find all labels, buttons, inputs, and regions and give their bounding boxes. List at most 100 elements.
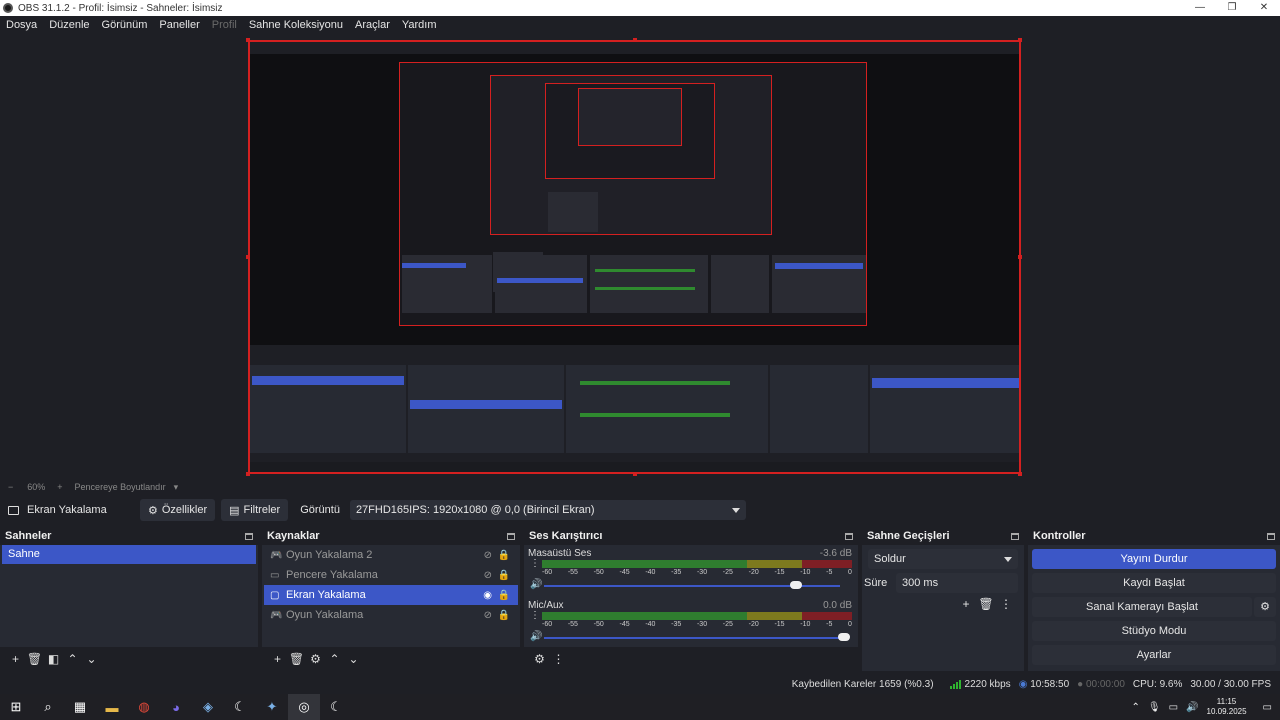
lock-icon[interactable]: 🔒 — [498, 590, 510, 601]
move-down-button[interactable]: ⌄ — [82, 652, 101, 666]
add-source-button[interactable]: + — [268, 652, 287, 666]
settings-app-icon[interactable]: ✦ — [256, 694, 288, 720]
minimize-button[interactable]: — — [1184, 0, 1216, 16]
menu-tools[interactable]: Araçlar — [349, 19, 396, 31]
more-vertical-icon[interactable]: ⋮ — [996, 597, 1016, 611]
eye-icon[interactable]: ◉ — [483, 590, 492, 601]
hidden-eye-icon[interactable]: ⊘ — [484, 610, 492, 621]
undock-icon[interactable] — [1267, 532, 1275, 540]
obs-taskbar-icon[interactable]: ◎ — [288, 694, 320, 720]
studio-mode-button[interactable]: Stüdyo Modu — [1032, 621, 1276, 641]
maximize-button[interactable]: ❐ — [1216, 0, 1248, 16]
duration-input[interactable]: 300 ms — [896, 573, 1018, 593]
menu-docks[interactable]: Paneller — [153, 19, 205, 31]
speaker-icon[interactable]: 🔊 — [530, 631, 542, 642]
scene-item[interactable]: Sahne — [2, 545, 256, 564]
selected-source: Ekran Yakalama — [8, 504, 140, 516]
app-icon[interactable]: ☾ — [224, 694, 256, 720]
lock-icon[interactable]: 🔒 — [498, 550, 510, 561]
settings-button[interactable]: Ayarlar — [1032, 645, 1276, 665]
add-transition-button[interactable]: + — [956, 597, 976, 611]
volume-knob[interactable] — [790, 581, 802, 589]
volume-knob[interactable] — [838, 633, 850, 641]
notification-icon[interactable]: ▭ — [1263, 702, 1272, 713]
more-vertical-icon[interactable]: ⋮ — [549, 652, 568, 666]
undock-icon[interactable] — [845, 532, 853, 540]
chevron-up-icon[interactable]: ⌃ — [1132, 702, 1140, 713]
source-item[interactable]: 🎮 Oyun Yakalama ⊘ 🔒 — [264, 605, 518, 625]
menu-file[interactable]: Dosya — [0, 19, 43, 31]
menu-scene-collection[interactable]: Sahne Koleksiyonu — [243, 19, 349, 31]
speaker-icon[interactable]: 🔊 — [530, 579, 542, 590]
microphone-icon[interactable]: 🎙 — [1148, 702, 1161, 713]
discord-icon[interactable]: ◕ — [160, 694, 192, 720]
resize-handle[interactable] — [1018, 255, 1022, 259]
display-select[interactable]: 27FHD165IPS: 1920x1080 @ 0,0 (Birincil E… — [349, 500, 746, 520]
menu-help[interactable]: Yardım — [396, 19, 443, 31]
audio-settings-icon[interactable]: ⚙ — [530, 652, 549, 666]
undock-icon[interactable] — [507, 532, 515, 540]
zoom-in-button[interactable]: + — [57, 482, 62, 492]
resize-handle[interactable] — [633, 38, 637, 42]
move-up-button[interactable]: ⌃ — [63, 652, 82, 666]
chrome-icon[interactable]: ◍ — [128, 694, 160, 720]
close-button[interactable]: ✕ — [1248, 0, 1280, 16]
menu-view[interactable]: Görünüm — [96, 19, 154, 31]
more-vertical-icon[interactable]: ⋮ — [530, 558, 540, 569]
file-explorer-icon[interactable]: ▬ — [96, 694, 128, 720]
resize-handle[interactable] — [1018, 472, 1022, 476]
menu-profile[interactable]: Profil — [206, 19, 243, 31]
resize-handle[interactable] — [246, 255, 250, 259]
source-item[interactable]: 🎮 Oyun Yakalama 2 ⊘ 🔒 — [264, 545, 518, 565]
hidden-eye-icon[interactable]: ⊘ — [484, 550, 492, 561]
volume-icon[interactable]: 🔊 — [1186, 702, 1198, 713]
fit-to-window-label[interactable]: Pencereye Boyutlandır — [75, 482, 166, 492]
lock-icon[interactable]: 🔒 — [498, 570, 510, 581]
stop-stream-button[interactable]: Yayını Durdur — [1032, 549, 1276, 569]
task-view-icon[interactable]: ▦ — [64, 694, 96, 720]
transitions-title: Sahne Geçişleri — [867, 530, 950, 542]
source-item[interactable]: ▢ Ekran Yakalama ◉ 🔒 — [264, 585, 518, 605]
start-virtual-camera-button[interactable]: Sanal Kamerayı Başlat — [1032, 597, 1252, 617]
taskbar: ⊞ ⌕ ▦ ▬ ◍ ◕ ◈ ☾ ✦ ◎ ☾ ⌃ 🎙 ▭ 🔊 11:15 10.0… — [0, 694, 1280, 720]
hidden-eye-icon[interactable]: ⊘ — [484, 570, 492, 581]
trash-icon[interactable]: 🗑 — [287, 652, 306, 666]
channel-db: -3.6 dB — [819, 548, 852, 559]
nested-capture-menubar — [250, 42, 1019, 54]
start-recording-button[interactable]: Kaydı Başlat — [1032, 573, 1276, 593]
source-item[interactable]: ▭ Pencere Yakalama ⊘ 🔒 — [264, 565, 518, 585]
nested-status — [250, 453, 1019, 462]
clock[interactable]: 11:15 10.09.2025 — [1207, 697, 1247, 717]
move-up-button[interactable]: ⌃ — [325, 652, 344, 666]
resize-handle[interactable] — [1018, 38, 1022, 42]
more-vertical-icon[interactable]: ⋮ — [530, 610, 540, 621]
properties-button[interactable]: ⚙ Özellikler — [140, 499, 216, 521]
volume-slider[interactable] — [544, 637, 840, 639]
undock-icon[interactable] — [1011, 532, 1019, 540]
scene-filters-button[interactable]: ◧ — [44, 652, 63, 666]
transition-select[interactable]: Soldur — [868, 549, 1018, 569]
gear-icon[interactable]: ⚙ — [306, 652, 325, 666]
resize-handle[interactable] — [633, 472, 637, 476]
chevron-down-icon[interactable]: ▾ — [174, 482, 179, 493]
move-down-button[interactable]: ⌄ — [344, 652, 363, 666]
zoom-out-button[interactable]: − — [8, 482, 13, 492]
undock-icon[interactable] — [245, 532, 253, 540]
network-icon[interactable]: ▭ — [1169, 702, 1178, 713]
windows-start-icon[interactable]: ⊞ — [0, 694, 32, 720]
trash-icon[interactable]: 🗑 — [976, 597, 996, 611]
resize-handle[interactable] — [246, 38, 250, 42]
transition-value: Soldur — [874, 553, 906, 565]
gear-icon[interactable]: ⚙ — [1254, 597, 1276, 617]
trash-icon[interactable]: 🗑 — [25, 652, 44, 666]
app-icon[interactable]: ☾ — [320, 694, 352, 720]
lock-icon[interactable]: 🔒 — [498, 610, 510, 621]
preview-canvas[interactable] — [248, 40, 1021, 474]
steam-icon[interactable]: ◈ — [192, 694, 224, 720]
preview-area[interactable] — [0, 33, 1280, 480]
add-scene-button[interactable]: + — [6, 652, 25, 666]
search-icon[interactable]: ⌕ — [32, 694, 64, 720]
resize-handle[interactable] — [246, 472, 250, 476]
filters-button[interactable]: ▤ Filtreler — [221, 499, 289, 521]
menu-edit[interactable]: Düzenle — [43, 19, 95, 31]
